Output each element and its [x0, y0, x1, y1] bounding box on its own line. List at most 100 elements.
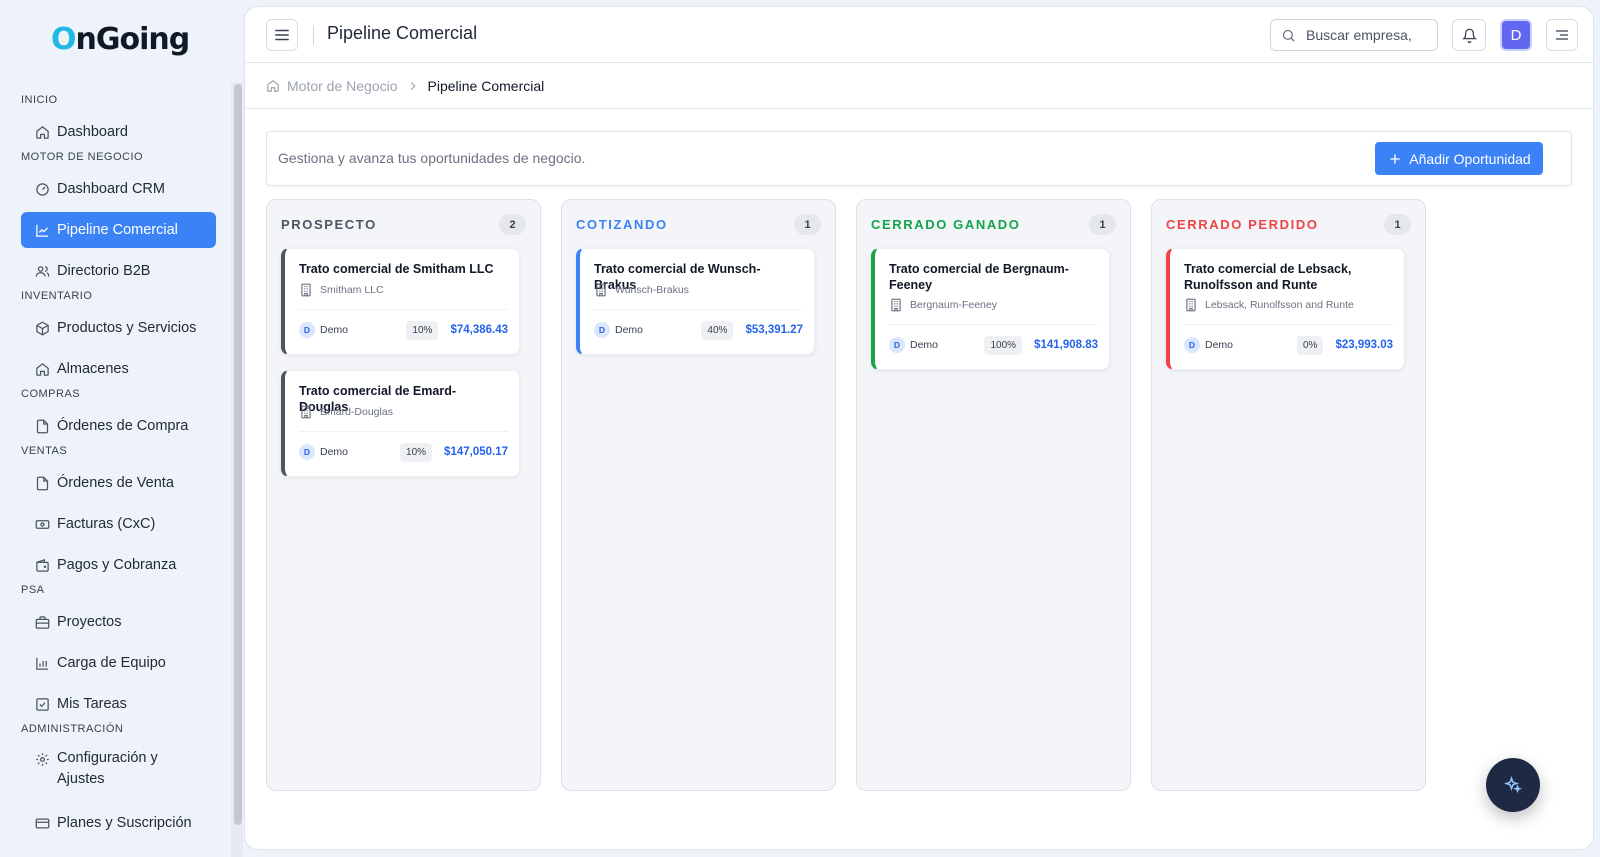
sidebar-item-proyectos[interactable]: Proyectos	[21, 604, 216, 640]
owner-name: Demo	[1205, 339, 1234, 351]
column-count-badge: 1	[794, 214, 821, 235]
page-toolbar: Gestiona y avanza tus oportunidades de n…	[266, 131, 1572, 186]
sidebar-item-pipeline-comercial[interactable]: Pipeline Comercial	[21, 212, 216, 248]
wallet-icon	[36, 558, 49, 572]
deal-company: Emard-Douglas	[299, 405, 393, 419]
credit-card-icon	[35, 818, 50, 828]
sparkles-icon	[1504, 776, 1522, 794]
sidebar-scrollbar-thumb[interactable]	[234, 84, 242, 825]
probability-badge: 10%	[406, 320, 439, 340]
chart-line-icon	[36, 224, 49, 237]
sidebar-item-label: Pipeline Comercial	[57, 222, 178, 238]
search-box[interactable]	[1270, 19, 1438, 51]
sidebar-nav: INICIO Dashboard MOTOR DE NEGOCIO Dashbo…	[0, 82, 230, 857]
search-input[interactable]	[1306, 27, 1426, 43]
document-icon	[36, 476, 49, 490]
sidebar-item-mis-tareas[interactable]: Mis Tareas	[21, 686, 216, 722]
owner-name: Demo	[910, 339, 939, 351]
deal-footer: D Demo 10% $147,050.17	[299, 442, 508, 462]
section-compras: COMPRAS	[21, 388, 81, 400]
column-count-badge: 1	[1384, 214, 1411, 235]
notifications-button[interactable]	[1452, 19, 1486, 51]
sidebar-item-facturas[interactable]: Facturas (CxC)	[21, 506, 216, 542]
owner-avatar: D	[299, 322, 315, 338]
card-divider	[594, 309, 803, 310]
section-motor-de-negocio: MOTOR DE NEGOCIO	[21, 151, 144, 163]
building-icon	[1186, 298, 1196, 312]
sidebar-item-directorio-b2b[interactable]: Directorio B2B	[21, 253, 216, 289]
deal-card[interactable]: Trato comercial de Lebsack, Runolfsson a…	[1166, 248, 1405, 370]
section-inicio: INICIO	[21, 94, 58, 106]
sidebar-item-label: Mis Tareas	[57, 696, 127, 712]
ai-assistant-button[interactable]	[1486, 758, 1540, 812]
deal-footer: D Demo 40% $53,391.27	[594, 320, 803, 340]
sidebar-item-label: Órdenes de Compra	[57, 418, 189, 434]
plus-icon	[1390, 153, 1400, 164]
deal-footer: D Demo 10% $74,386.43	[299, 320, 508, 340]
probability-badge: 40%	[701, 320, 734, 340]
sidebar-item-pagos[interactable]: Pagos y Cobranza	[21, 547, 216, 583]
sidebar-item-label: Planes y Suscripción	[57, 815, 192, 831]
breadcrumb-current: Pipeline Comercial	[427, 77, 545, 94]
sidebar-item-configuracion[interactable]: Configuración y Ajustes	[21, 743, 216, 789]
owner-avatar: D	[299, 444, 315, 460]
page-description: Gestiona y avanza tus oportunidades de n…	[278, 150, 586, 166]
deal-amount: $23,993.03	[1335, 339, 1393, 351]
sidebar-item-planes[interactable]: Planes y Suscripción	[21, 805, 216, 841]
column-title: COTIZANDO	[576, 217, 668, 232]
document-icon	[36, 419, 49, 433]
deal-card[interactable]: Trato comercial de Bergnaum-Feeney Bergn…	[871, 248, 1110, 370]
briefcase-icon	[35, 615, 50, 629]
section-administracion: ADMINISTRACIÓN	[21, 723, 124, 735]
card-divider	[299, 431, 508, 432]
deal-amount: $53,391.27	[745, 324, 803, 336]
home-icon[interactable]	[266, 79, 280, 93]
deal-company: Smitham LLC	[299, 283, 384, 297]
owner-avatar: D	[1184, 337, 1200, 353]
user-avatar[interactable]: D	[1500, 19, 1532, 51]
deal-card[interactable]: Trato comercial de Smitham LLC Smitham L…	[281, 248, 520, 355]
deal-footer: D Demo 0% $23,993.03	[1184, 335, 1393, 355]
sidebar-item-label: Productos y Servicios	[57, 320, 197, 336]
hamburger-icon	[275, 29, 289, 41]
column-title: CERRADO GANADO	[871, 217, 1021, 232]
bell-icon	[1461, 28, 1477, 43]
sidebar-item-dashboard-crm[interactable]: Dashboard CRM	[21, 171, 216, 207]
sidebar: OnGoing INICIO Dashboard MOTOR DE NEGOCI…	[0, 0, 243, 857]
probability-badge: 0%	[1296, 335, 1324, 355]
sidebar-item-dashboard[interactable]: Dashboard	[21, 114, 216, 150]
column-title: PROSPECTO	[281, 217, 377, 232]
kanban-column-cotizando: COTIZANDO 1 Trato comercial de Wunsch-Br…	[561, 199, 836, 791]
sidebar-item-almacenes[interactable]: Almacenes	[21, 351, 216, 387]
search-icon	[1282, 29, 1295, 42]
sidebar-item-label: Pagos y Cobranza	[57, 557, 177, 573]
deal-title: Trato comercial de Smitham LLC	[299, 262, 494, 276]
sidebar-item-productos[interactable]: Productos y Servicios	[21, 310, 216, 346]
sidebar-item-carga-equipo[interactable]: Carga de Equipo	[21, 645, 216, 681]
add-opportunity-button[interactable]: Añadir Oportunidad	[1375, 142, 1543, 175]
owner-name: Demo	[615, 324, 644, 336]
section-inventario: INVENTARIO	[21, 290, 93, 302]
breadcrumb: Motor de Negocio Pipeline Comercial	[245, 63, 1593, 109]
chevron-right-icon	[410, 81, 416, 90]
box-icon	[36, 321, 49, 335]
kanban-column-cerrado-ganado: CERRADO GANADO 1 Trato comercial de Berg…	[856, 199, 1131, 791]
column-count-badge: 2	[499, 214, 526, 235]
deal-title: Trato comercial de Bergnaum-Feeney	[889, 262, 1069, 292]
gauge-icon	[36, 182, 49, 196]
gear-icon	[36, 753, 49, 766]
deal-card[interactable]: Trato comercial de Wunsch-Brakus Wunsch-…	[576, 248, 815, 355]
deal-card[interactable]: Trato comercial de Emard-Douglas Emard-D…	[281, 370, 520, 477]
breadcrumb-link-motor-de-negocio[interactable]: Motor de Negocio	[287, 78, 398, 94]
deal-title: Trato comercial de Lebsack, Runolfsson a…	[1184, 262, 1352, 292]
owner-avatar: D	[594, 322, 610, 338]
app-logo[interactable]: OnGoing	[51, 22, 190, 57]
right-panel-toggle-button[interactable]	[1546, 19, 1578, 51]
menu-toggle-button[interactable]	[266, 19, 298, 51]
sidebar-item-ordenes-venta[interactable]: Órdenes de Venta	[21, 465, 216, 501]
owner-name: Demo	[320, 324, 349, 336]
sidebar-item-ordenes-compra[interactable]: Órdenes de Compra	[21, 408, 216, 444]
sidebar-item-label: Almacenes	[57, 361, 129, 377]
card-divider	[1184, 324, 1393, 325]
sidebar-item-label: Proyectos	[57, 614, 122, 630]
